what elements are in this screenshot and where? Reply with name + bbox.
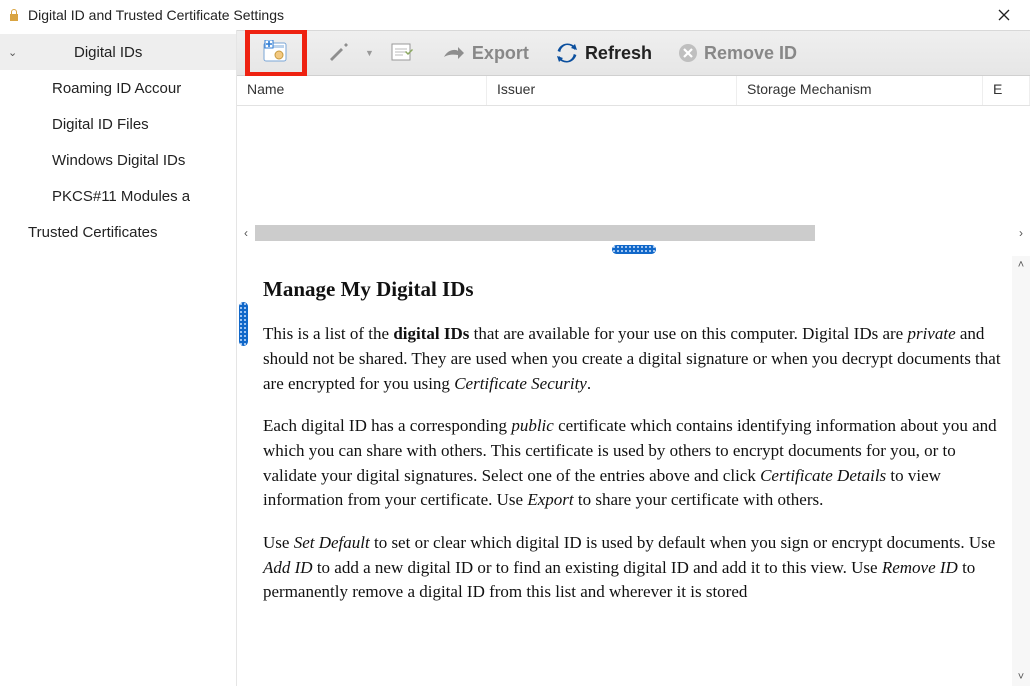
close-button[interactable] bbox=[984, 1, 1024, 29]
certificate-details-button[interactable] bbox=[380, 34, 426, 72]
chevron-down-icon: ⌄ bbox=[8, 46, 26, 59]
vertical-scrollbar[interactable]: ˄ ˅ bbox=[1012, 256, 1030, 686]
help-paragraph-3: Use Set Default to set or clear which di… bbox=[263, 531, 1004, 605]
scroll-up-icon[interactable]: ˄ bbox=[1012, 256, 1030, 274]
scroll-track[interactable] bbox=[255, 225, 1012, 241]
add-id-button[interactable] bbox=[245, 30, 307, 77]
table-body[interactable] bbox=[237, 106, 1030, 224]
remove-label: Remove ID bbox=[704, 43, 797, 64]
titlebar: Digital ID and Trusted Certificate Setti… bbox=[0, 0, 1030, 30]
grip-icon bbox=[612, 245, 656, 254]
help-panel: Manage My Digital IDs This is a list of … bbox=[237, 256, 1030, 633]
tree-item-label: Windows Digital IDs bbox=[52, 152, 185, 169]
column-issuer[interactable]: Issuer bbox=[487, 76, 737, 105]
tree-item-label: Digital ID Files bbox=[52, 116, 149, 133]
table-header: Name Issuer Storage Mechanism E bbox=[237, 76, 1030, 106]
tree-item-label: Roaming ID Accour bbox=[52, 80, 181, 97]
refresh-label: Refresh bbox=[585, 43, 652, 64]
horizontal-splitter[interactable] bbox=[237, 242, 1030, 256]
toolbar: ▼ Export Refresh Remove ID bbox=[237, 30, 1030, 76]
tree-item-windows-ids[interactable]: Windows Digital IDs bbox=[0, 142, 236, 178]
lock-icon bbox=[6, 7, 22, 23]
scroll-thumb[interactable] bbox=[255, 225, 815, 241]
tree-item-label: Trusted Certificates bbox=[28, 224, 158, 241]
help-heading: Manage My Digital IDs bbox=[263, 274, 1004, 304]
tree-item-label: PKCS#11 Modules a bbox=[52, 188, 190, 205]
dropdown-caret-icon[interactable]: ▼ bbox=[365, 48, 374, 58]
refresh-button[interactable]: Refresh bbox=[545, 34, 662, 72]
scroll-right-icon[interactable]: › bbox=[1012, 226, 1030, 240]
vertical-splitter-grip[interactable] bbox=[239, 302, 248, 346]
export-button[interactable]: Export bbox=[432, 34, 539, 72]
window-title: Digital ID and Trusted Certificate Setti… bbox=[28, 7, 984, 23]
sidebar: ⌄ Digital IDs Roaming ID Accour Digital … bbox=[0, 30, 236, 686]
column-name[interactable]: Name bbox=[237, 76, 487, 105]
scroll-track[interactable] bbox=[1012, 274, 1030, 668]
tree-item-trusted-certs[interactable]: Trusted Certificates bbox=[0, 214, 236, 250]
scroll-left-icon[interactable]: ‹ bbox=[237, 226, 255, 240]
remove-id-button[interactable]: Remove ID bbox=[668, 34, 807, 72]
column-extra[interactable]: E bbox=[983, 76, 1030, 105]
tree-item-digital-ids[interactable]: ⌄ Digital IDs bbox=[0, 34, 236, 70]
help-paragraph-2: Each digital ID has a corresponding publ… bbox=[263, 414, 1004, 513]
tree-item-pkcs11[interactable]: PKCS#11 Modules a bbox=[0, 178, 236, 214]
scroll-down-icon[interactable]: ˅ bbox=[1012, 668, 1030, 686]
column-storage[interactable]: Storage Mechanism bbox=[737, 76, 983, 105]
edit-button[interactable] bbox=[317, 34, 361, 72]
export-label: Export bbox=[472, 43, 529, 64]
horizontal-scrollbar[interactable]: ‹ › bbox=[237, 224, 1030, 242]
tree-item-label: Digital IDs bbox=[74, 44, 142, 61]
tree-item-roaming[interactable]: Roaming ID Accour bbox=[0, 70, 236, 106]
tree-item-id-files[interactable]: Digital ID Files bbox=[0, 106, 236, 142]
help-paragraph-1: This is a list of the digital IDs that a… bbox=[263, 322, 1004, 396]
